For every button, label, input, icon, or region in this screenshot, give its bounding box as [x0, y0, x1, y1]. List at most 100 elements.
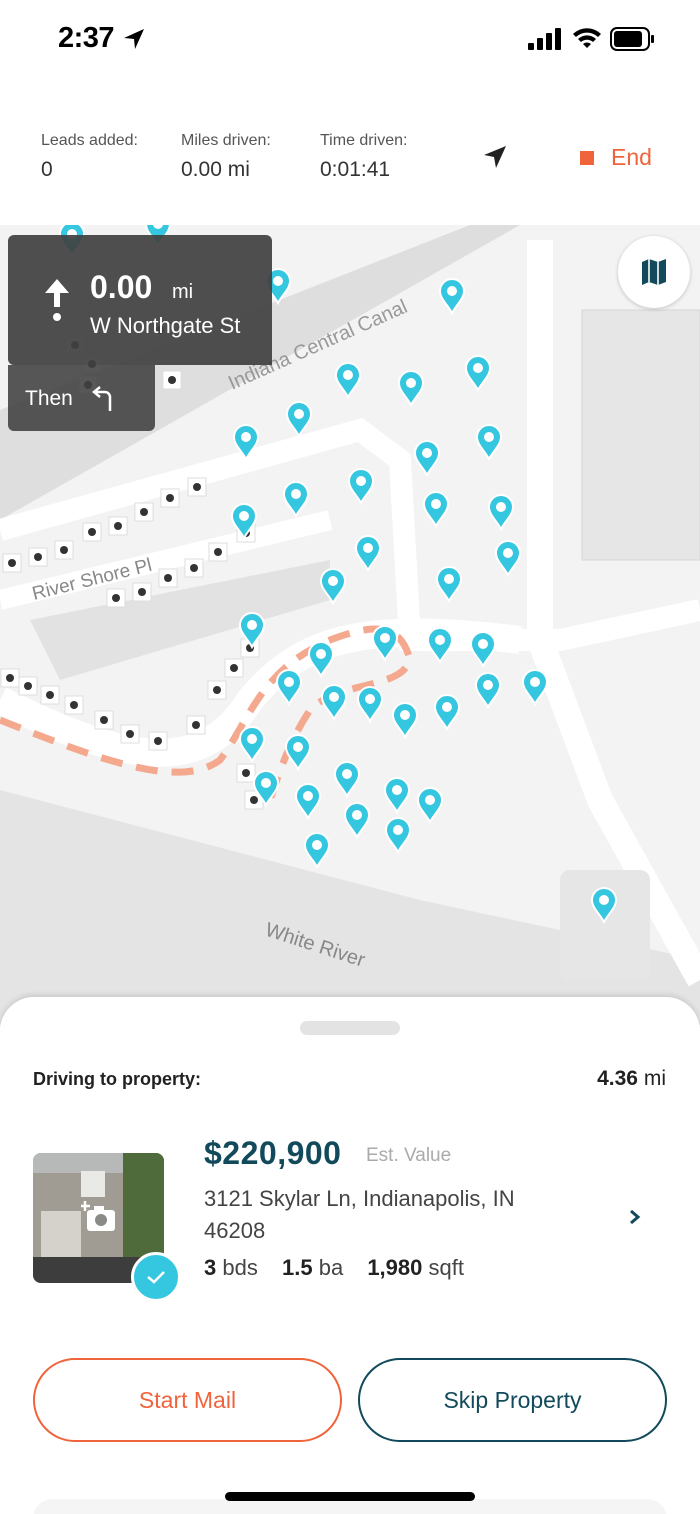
then-instruction-card: Then: [8, 365, 155, 431]
battery-icon: [610, 27, 654, 51]
turn-street: W Northgate St: [90, 313, 241, 338]
wifi-icon: [573, 28, 601, 48]
lot-dot: [230, 664, 238, 672]
beds-value: 3: [204, 1255, 217, 1280]
lot-dot: [46, 691, 54, 699]
lead-pin[interactable]: [416, 787, 444, 825]
lot-dot: [60, 546, 68, 554]
leads-added-label: Leads added:: [41, 132, 138, 149]
lead-pin[interactable]: [391, 702, 419, 740]
drive-stats-bar: Leads added: 0 Miles driven: 0.00 mi Tim…: [0, 120, 700, 220]
skip-property-button[interactable]: Skip Property: [358, 1358, 667, 1442]
baths-fact: 1.5 ba: [282, 1255, 343, 1280]
camera-plus-icon: [81, 1201, 115, 1231]
building: [581, 309, 700, 561]
time-driven-label: Time driven:: [320, 132, 408, 149]
lead-pin[interactable]: [475, 424, 503, 462]
lead-pin[interactable]: [333, 761, 361, 799]
checkmark-icon: [147, 1271, 165, 1284]
lot-dot: [193, 483, 201, 491]
map-icon: [642, 259, 666, 285]
lead-pin[interactable]: [464, 355, 492, 393]
status-bar: 2:37: [0, 0, 700, 80]
beds-unit: bds: [222, 1255, 258, 1280]
lot-dot: [6, 674, 14, 682]
lead-pin[interactable]: [384, 817, 412, 855]
lead-pin[interactable]: [303, 832, 331, 870]
lot-dot: [126, 730, 134, 738]
lot-dot: [154, 737, 162, 745]
lead-pin[interactable]: [469, 631, 497, 669]
lead-pin[interactable]: [343, 802, 371, 840]
lead-pin[interactable]: [285, 401, 313, 439]
lot-dot: [114, 522, 122, 530]
lead-pin[interactable]: [275, 669, 303, 707]
lot-dot: [166, 494, 174, 502]
lead-pin[interactable]: [284, 734, 312, 772]
chevron-right-icon[interactable]: [626, 1205, 644, 1229]
sqft-unit: sqft: [428, 1255, 464, 1280]
visited-badge: [131, 1252, 181, 1302]
baths-value: 1.5: [281, 1255, 313, 1280]
lot-dot: [250, 796, 258, 804]
map-layers-button[interactable]: [618, 236, 690, 308]
driving-to-label: Driving to property:: [33, 1069, 202, 1089]
est-value-label: Est. Value: [366, 1145, 452, 1166]
time-driven-value: 0:01:41: [320, 158, 391, 181]
turn-distance-unit: mi: [172, 281, 194, 303]
lead-pin[interactable]: [383, 777, 411, 815]
lead-pin[interactable]: [438, 278, 466, 316]
lead-pin[interactable]: [354, 535, 382, 573]
lead-pin[interactable]: [494, 540, 522, 578]
sheet-grabber[interactable]: [300, 1021, 400, 1035]
lead-pin[interactable]: [422, 491, 450, 529]
lead-pin[interactable]: [487, 494, 515, 532]
navigation-icon[interactable]: [482, 144, 508, 170]
lead-pin[interactable]: [320, 684, 348, 722]
lead-pin[interactable]: [474, 672, 502, 710]
leads-added-stat: Leads added: 0: [41, 132, 138, 182]
lot-dot: [112, 594, 120, 602]
sqft-fact: 1,980 sqft: [367, 1255, 464, 1280]
up-arrow-icon: [45, 279, 69, 321]
property-price: $220,900: [204, 1135, 342, 1171]
lead-pin[interactable]: [397, 370, 425, 408]
miles-driven-stat: Miles driven: 0.00 mi: [181, 132, 271, 182]
lot-dot: [8, 559, 16, 567]
lead-pin[interactable]: [282, 481, 310, 519]
start-mail-button[interactable]: Start Mail: [33, 1358, 342, 1442]
leads-added-value: 0: [41, 158, 53, 181]
miles-driven-label: Miles driven:: [181, 132, 271, 149]
lead-pin[interactable]: [413, 440, 441, 478]
lead-pin[interactable]: [238, 726, 266, 764]
signal-icon: [528, 28, 561, 50]
turn-instruction-card: 0.00 mi W Northgate St: [8, 235, 272, 365]
end-label: End: [611, 144, 652, 170]
lot-dot: [88, 528, 96, 536]
lead-pin[interactable]: [334, 362, 362, 400]
beds-fact: 3 bds: [204, 1255, 258, 1280]
lot-dot: [214, 548, 222, 556]
lot-dot: [213, 686, 221, 694]
lot-dot: [100, 716, 108, 724]
lead-pin[interactable]: [347, 468, 375, 506]
lot-dot: [138, 588, 146, 596]
lead-pin[interactable]: [307, 641, 335, 679]
miles-driven-value: 0.00 mi: [181, 158, 250, 181]
lead-pin[interactable]: [356, 686, 384, 724]
end-drive-button[interactable]: End: [580, 144, 652, 171]
lead-pin[interactable]: [433, 694, 461, 732]
lead-pin[interactable]: [294, 783, 322, 821]
lot-dot: [140, 508, 148, 516]
then-label: Then: [25, 387, 73, 410]
lead-pin[interactable]: [371, 625, 399, 663]
property-facts: 3 bds 1.5 ba 1,980 sqft: [204, 1255, 482, 1281]
building: [560, 870, 650, 980]
distance-value: 4.36: [597, 1067, 638, 1090]
baths-unit: ba: [318, 1255, 344, 1280]
lot-dot: [70, 701, 78, 709]
turn-left-icon: [92, 386, 112, 411]
lead-pin[interactable]: [521, 669, 549, 707]
lead-pin[interactable]: [435, 566, 463, 604]
lead-pin[interactable]: [426, 627, 454, 665]
